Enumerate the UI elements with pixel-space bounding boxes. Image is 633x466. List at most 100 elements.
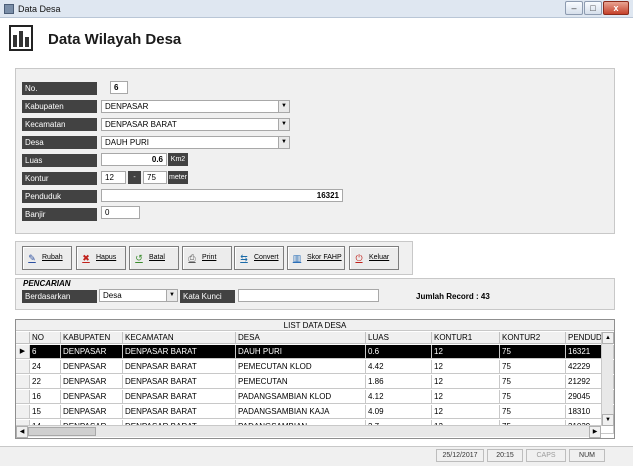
- status-date: 25/12/2017: [436, 449, 484, 462]
- row-pointer-icon[interactable]: ▶: [16, 345, 30, 359]
- table-cell[interactable]: DENPASAR BARAT: [123, 345, 236, 359]
- table-cell[interactable]: 6: [30, 345, 61, 359]
- table-cell[interactable]: DENPASAR: [61, 360, 123, 374]
- table-cell[interactable]: 75: [500, 360, 566, 374]
- table-cell[interactable]: 15: [30, 405, 61, 419]
- close-button[interactable]: x: [603, 1, 629, 15]
- table-cell[interactable]: 16: [30, 390, 61, 404]
- no-field[interactable]: 6: [110, 81, 128, 94]
- kontur-label: Kontur: [22, 172, 97, 185]
- desa-label: Desa: [22, 136, 97, 149]
- berdasarkan-select[interactable]: Desa ▼: [99, 289, 178, 302]
- table-cell[interactable]: 4.12: [366, 390, 432, 404]
- table-cell[interactable]: DENPASAR BARAT: [123, 405, 236, 419]
- desa-value: DAUH PURI: [105, 138, 150, 147]
- keluar-button[interactable]: ⏻ Keluar: [349, 246, 399, 270]
- grid-corner: [16, 332, 30, 344]
- row-indicator[interactable]: [16, 390, 30, 404]
- column-header[interactable]: KONTUR2: [500, 332, 566, 344]
- table-cell[interactable]: PADANGSAMBIAN KAJA: [236, 405, 366, 419]
- table-cell[interactable]: 12: [432, 405, 500, 419]
- table-cell[interactable]: DENPASAR: [61, 390, 123, 404]
- hapus-button[interactable]: ✖ Hapus: [76, 246, 126, 270]
- undo-icon: ↺: [135, 253, 143, 263]
- table-row[interactable]: 15 DENPASAR DENPASAR BARAT PADANGSAMBIAN KA…: [16, 405, 614, 420]
- skor-fahp-button[interactable]: ▥ Skor FAHP: [287, 246, 345, 270]
- horizontal-scroll-thumb[interactable]: [28, 427, 96, 436]
- scroll-right-icon[interactable]: ▶: [589, 426, 601, 438]
- horizontal-scrollbar[interactable]: ◀ ▶: [16, 425, 601, 438]
- banjir-field[interactable]: 0: [101, 206, 140, 219]
- batal-button[interactable]: ↺ Batal: [129, 246, 179, 270]
- table-cell[interactable]: PEMECUTAN: [236, 375, 366, 389]
- column-header[interactable]: NO: [30, 332, 61, 344]
- exit-icon: ⏻: [355, 253, 363, 263]
- kontur-from-field[interactable]: 12: [101, 171, 126, 184]
- desa-select[interactable]: DAUH PURI ▼: [101, 136, 290, 149]
- row-indicator[interactable]: [16, 360, 30, 374]
- row-indicator[interactable]: [16, 375, 30, 389]
- table-row[interactable]: 22 DENPASAR DENPASAR BARAT PEMECUTAN 1.86 12 7…: [16, 375, 614, 390]
- table-cell[interactable]: 4.09: [366, 405, 432, 419]
- table-cell[interactable]: 75: [500, 405, 566, 419]
- kabupaten-select[interactable]: DENPASAR ▼: [101, 100, 290, 113]
- table-cell[interactable]: DENPASAR BARAT: [123, 390, 236, 404]
- table-cell[interactable]: PEMECUTAN KLOD: [236, 360, 366, 374]
- table-cell[interactable]: 1.86: [366, 375, 432, 389]
- table-cell[interactable]: DAUH PURI: [236, 345, 366, 359]
- chevron-down-icon[interactable]: ▼: [278, 119, 289, 130]
- row-indicator[interactable]: [16, 405, 30, 419]
- berdasarkan-value: Desa: [103, 291, 122, 300]
- scroll-left-icon[interactable]: ◀: [16, 426, 28, 438]
- table-cell[interactable]: DENPASAR: [61, 345, 123, 359]
- table-cell[interactable]: 12: [432, 390, 500, 404]
- table-cell[interactable]: 22: [30, 375, 61, 389]
- column-header[interactable]: DESA: [236, 332, 366, 344]
- kecamatan-select[interactable]: DENPASAR BARAT ▼: [101, 118, 290, 131]
- table-cell[interactable]: 0.6: [366, 345, 432, 359]
- title-bar: Data Desa: [0, 0, 633, 18]
- penduduk-field[interactable]: 16321: [101, 189, 343, 202]
- print-button[interactable]: ⎙ Print: [182, 246, 232, 270]
- scroll-up-icon[interactable]: ▲: [602, 332, 614, 344]
- penduduk-label: Penduduk: [22, 190, 97, 203]
- chevron-down-icon[interactable]: ▼: [166, 290, 177, 301]
- convert-button[interactable]: ⇆ Convert: [234, 246, 284, 270]
- table-cell[interactable]: 75: [500, 390, 566, 404]
- table-cell[interactable]: 12: [432, 375, 500, 389]
- chevron-down-icon[interactable]: ▼: [278, 101, 289, 112]
- table-row[interactable]: 16 DENPASAR DENPASAR BARAT PADANGSAMBIAN KL…: [16, 390, 614, 405]
- column-header[interactable]: KABUPATEN: [61, 332, 123, 344]
- table-cell[interactable]: 12: [432, 360, 500, 374]
- table-cell[interactable]: 12: [432, 345, 500, 359]
- table-cell[interactable]: DENPASAR BARAT: [123, 375, 236, 389]
- table-cell[interactable]: DENPASAR BARAT: [123, 360, 236, 374]
- chevron-down-icon[interactable]: ▼: [278, 137, 289, 148]
- rubah-button[interactable]: ✎ Rubah: [22, 246, 72, 270]
- table-cell[interactable]: DENPASAR: [61, 375, 123, 389]
- table-cell[interactable]: 75: [500, 345, 566, 359]
- column-header[interactable]: KECAMATAN: [123, 332, 236, 344]
- kecamatan-label: Kecamatan: [22, 118, 97, 131]
- maximize-button[interactable]: □: [584, 1, 602, 15]
- column-header[interactable]: LUAS: [366, 332, 432, 344]
- table-row[interactable]: ▶ 6 DENPASAR DENPASAR BARAT DAUH PURI 0.6 12 75…: [16, 345, 614, 360]
- table-cell[interactable]: 4.42: [366, 360, 432, 374]
- table-cell[interactable]: PADANGSAMBIAN KLOD: [236, 390, 366, 404]
- table-cell[interactable]: 75: [500, 375, 566, 389]
- minimize-button[interactable]: –: [565, 1, 583, 15]
- window-title: Data Desa: [18, 4, 61, 14]
- data-grid[interactable]: LIST DATA DESA NO KABUPATEN KECAMATAN DESA L…: [15, 319, 615, 439]
- table-cell[interactable]: DENPASAR: [61, 405, 123, 419]
- table-row[interactable]: 24 DENPASAR DENPASAR BARAT PEMECUTAN KLOD 4.…: [16, 360, 614, 375]
- status-time: 20:15: [487, 449, 523, 462]
- luas-field[interactable]: 0.6: [101, 153, 167, 166]
- window-icon: [4, 4, 14, 14]
- table-cell[interactable]: 24: [30, 360, 61, 374]
- vertical-scrollbar[interactable]: ▲ ▼: [601, 332, 614, 426]
- kata-kunci-input[interactable]: [238, 289, 379, 302]
- column-header[interactable]: KONTUR1: [432, 332, 500, 344]
- search-section-title: PENCARIAN: [23, 279, 71, 288]
- scroll-down-icon[interactable]: ▼: [602, 414, 614, 426]
- kontur-to-field[interactable]: 75: [143, 171, 167, 184]
